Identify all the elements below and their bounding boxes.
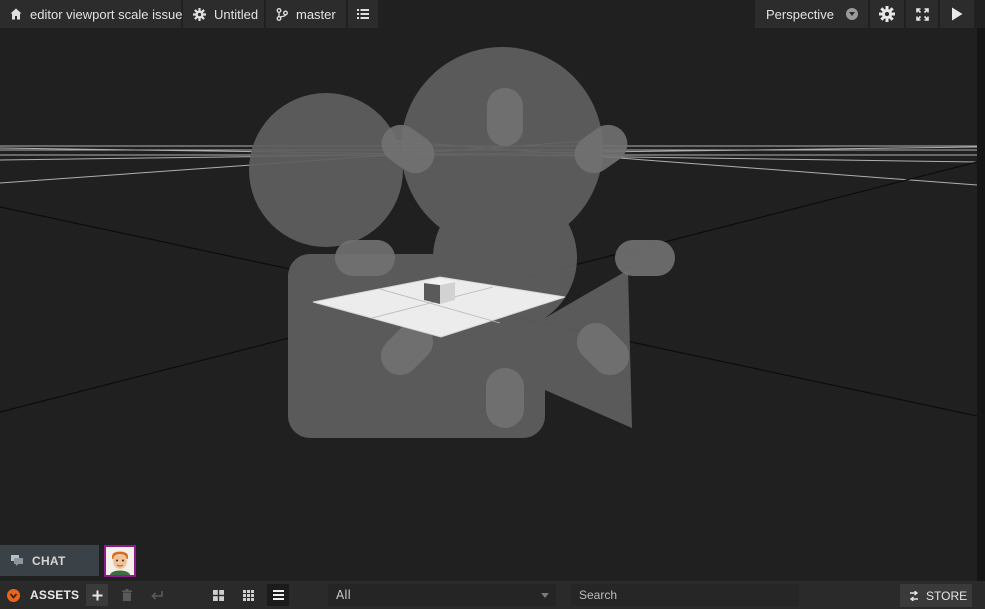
viewport-settings-button[interactable] <box>870 0 904 28</box>
chevron-down-icon <box>6 588 20 602</box>
add-asset-button[interactable] <box>86 584 108 606</box>
branch-name: master <box>296 6 336 22</box>
top-toolbar: editor viewport scale issue Untitled mas… <box>0 0 985 28</box>
avatar-face-icon <box>106 547 134 575</box>
grid-small-icon <box>242 589 254 601</box>
chat-button[interactable]: CHAT <box>0 545 99 576</box>
play-button[interactable] <box>940 0 974 28</box>
asset-filter-dropdown[interactable]: All <box>328 584 556 606</box>
camera-mode-dropdown[interactable]: Perspective <box>755 0 868 28</box>
asset-search-input[interactable] <box>571 584 799 606</box>
home-icon <box>10 8 22 20</box>
viewport-scrollbar[interactable] <box>977 28 985 581</box>
chat-label: CHAT <box>32 553 66 568</box>
fullscreen-icon <box>915 7 929 21</box>
project-title-button[interactable]: editor viewport scale issue <box>0 0 183 28</box>
list-view-icon <box>272 590 284 600</box>
scene-name: Untitled <box>214 6 259 22</box>
return-arrow-icon <box>151 590 163 600</box>
menu-list-button[interactable] <box>348 0 378 28</box>
grid-large-icon <box>212 589 224 601</box>
scene-viewport[interactable] <box>0 28 977 581</box>
chevron-down-icon <box>541 593 549 598</box>
store-label: STORE <box>926 588 968 603</box>
large-grid-view-button[interactable] <box>207 584 229 606</box>
store-button[interactable]: STORE <box>900 584 972 607</box>
cube-object <box>424 279 455 304</box>
fullscreen-button[interactable] <box>906 0 938 28</box>
assets-collapse-toggle[interactable] <box>3 585 23 605</box>
play-icon <box>952 7 963 21</box>
gear-icon <box>193 7 206 21</box>
store-icon <box>909 590 919 601</box>
camera-mode-label: Perspective <box>766 6 834 22</box>
user-avatar[interactable] <box>104 545 136 577</box>
camera-gizmo-icon <box>249 47 632 438</box>
assets-bar: ASSETS All Search STORE <box>0 581 985 609</box>
chat-icon <box>11 555 23 566</box>
asset-filter-value: All <box>336 588 351 602</box>
delete-asset-button[interactable] <box>116 584 138 606</box>
plus-icon <box>92 590 102 600</box>
trash-icon <box>122 589 132 601</box>
branch-button[interactable]: master <box>266 0 346 28</box>
branch-icon <box>276 7 288 21</box>
scene-settings-button[interactable]: Untitled <box>183 0 264 28</box>
chevron-down-icon <box>846 8 858 20</box>
small-grid-view-button[interactable] <box>237 584 259 606</box>
assets-label: ASSETS <box>30 588 80 602</box>
list-view-button[interactable] <box>267 584 289 606</box>
project-title: editor viewport scale issue <box>30 6 183 22</box>
list-icon <box>357 9 369 19</box>
settings-icon <box>879 6 895 22</box>
move-asset-button[interactable] <box>146 584 168 606</box>
